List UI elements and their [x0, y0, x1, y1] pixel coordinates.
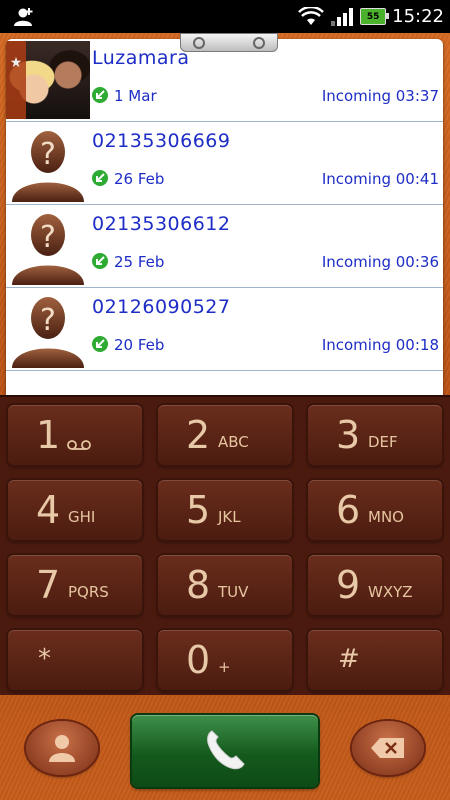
key-letters: GHI	[68, 508, 96, 526]
key-7[interactable]: 7 PQRS	[8, 555, 142, 615]
backspace-button[interactable]	[352, 721, 424, 775]
signal-icon	[331, 7, 354, 26]
key-star[interactable]: *	[8, 630, 142, 690]
key-letters: ABC	[218, 433, 249, 451]
contact-name: 02135306669	[92, 130, 231, 152]
status-icons: 55 15:22	[298, 0, 444, 33]
key-hash[interactable]: #	[308, 630, 442, 690]
star-icon: ★	[6, 41, 26, 119]
svg-text:?: ?	[40, 137, 56, 172]
unknown-contact-icon[interactable]: ?	[6, 290, 90, 368]
dialer-action-bar	[0, 693, 450, 800]
unknown-contact-icon[interactable]: ?	[6, 207, 90, 285]
contact-name: Luzamara	[92, 47, 190, 69]
key-letters: WXYZ	[368, 583, 413, 601]
contact-name: 02126090527	[92, 296, 231, 318]
key-digit: 2	[186, 413, 211, 457]
incoming-call-icon	[92, 253, 108, 269]
voicemail-icon	[67, 440, 91, 450]
key-digit: *	[38, 644, 51, 674]
call-date: 1 Mar	[114, 87, 157, 105]
key-digit: 9	[336, 563, 361, 607]
incoming-call-icon	[92, 87, 108, 103]
call-type-duration: Incoming 00:36	[321, 253, 439, 271]
key-digit: 0	[186, 638, 211, 682]
call-date: 26 Feb	[114, 170, 165, 188]
key-letters: MNO	[368, 508, 404, 526]
call-type-duration: Incoming 00:41	[321, 170, 439, 188]
key-digit: 7	[36, 563, 61, 607]
key-2[interactable]: 2 ABC	[158, 405, 292, 465]
call-date: 25 Feb	[114, 253, 165, 271]
key-letters: PQRS	[68, 583, 109, 601]
notification-person-icon	[14, 8, 33, 26]
key-letters: DEF	[368, 433, 398, 451]
call-type-duration: Incoming 03:37	[321, 87, 439, 105]
key-1[interactable]: 1	[8, 405, 142, 465]
dial-keypad: 1 2 ABC 3 DEF 4 GHI 5 JKL 6 MNO 7 PQRS 8…	[0, 395, 450, 695]
contact-name: 02135306612	[92, 213, 231, 235]
key-digit: 4	[36, 488, 61, 532]
key-6[interactable]: 6 MNO	[308, 480, 442, 540]
call-log-row[interactable]: ? 02135306669 26 Feb Incoming 00:41	[6, 122, 443, 205]
svg-text:?: ?	[40, 303, 56, 338]
key-digit: #	[338, 644, 360, 674]
svg-text:?: ?	[40, 220, 56, 255]
key-9[interactable]: 9 WXYZ	[308, 555, 442, 615]
unknown-contact-icon[interactable]: ?	[6, 124, 90, 202]
key-0[interactable]: 0 +	[158, 630, 292, 690]
battery-icon: 55	[360, 8, 390, 25]
call-type-duration: Incoming 00:18	[321, 336, 439, 354]
call-date: 20 Feb	[114, 336, 165, 354]
call-log-list[interactable]: ★ Luzamara 1 Mar Incoming 03:37 ? 021353…	[6, 39, 443, 399]
clipboard-clip	[180, 33, 278, 52]
key-digit: 8	[186, 563, 211, 607]
key-letters: TUV	[218, 583, 249, 601]
contacts-button[interactable]	[26, 721, 98, 775]
call-log-row[interactable]: ? 02126090527 20 Feb Incoming 00:18	[6, 288, 443, 371]
key-letters: +	[218, 658, 231, 676]
call-log-row[interactable]: ? 02135306612 25 Feb Incoming 00:36	[6, 205, 443, 288]
incoming-call-icon	[92, 170, 108, 186]
key-digit: 5	[186, 488, 211, 532]
contact-photo[interactable]: ★	[6, 41, 90, 119]
backspace-icon	[371, 738, 404, 758]
wifi-icon	[298, 6, 325, 25]
key-5[interactable]: 5 JKL	[158, 480, 292, 540]
key-letters: JKL	[218, 508, 241, 526]
status-time: 15:22	[392, 6, 444, 27]
key-digit: 1	[36, 413, 61, 457]
phone-icon	[207, 730, 245, 770]
call-button[interactable]	[132, 715, 318, 787]
status-bar: 55 15:22	[0, 0, 450, 33]
key-digit: 6	[336, 488, 361, 532]
key-digit: 3	[336, 413, 361, 457]
contacts-icon	[49, 735, 75, 762]
key-8[interactable]: 8 TUV	[158, 555, 292, 615]
incoming-call-icon	[92, 336, 108, 352]
key-4[interactable]: 4 GHI	[8, 480, 142, 540]
key-3[interactable]: 3 DEF	[308, 405, 442, 465]
battery-level: 55	[366, 11, 380, 22]
